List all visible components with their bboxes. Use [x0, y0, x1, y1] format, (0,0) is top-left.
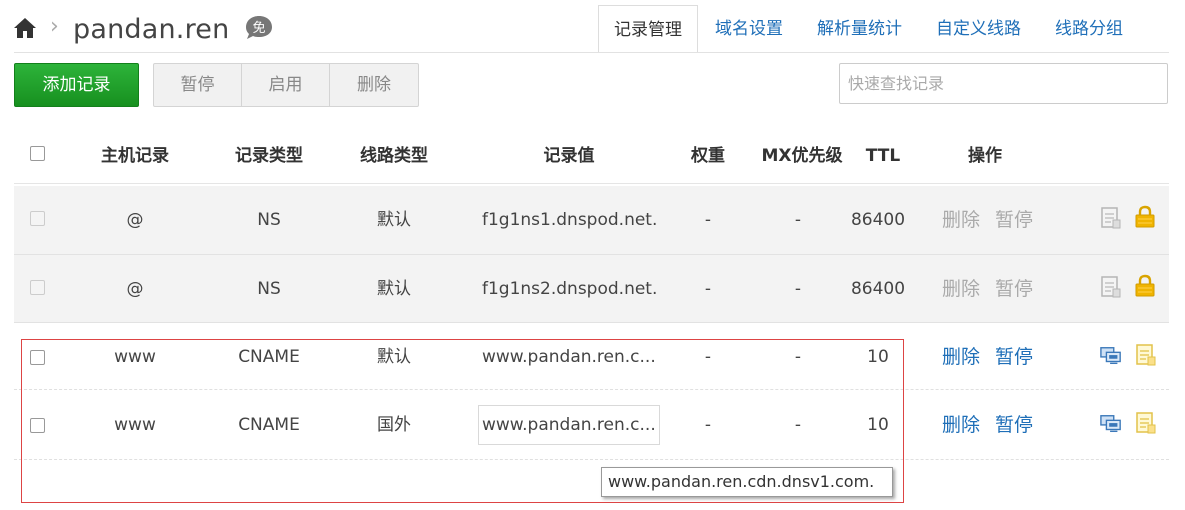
row-pause-link[interactable]: 暂停 — [995, 255, 1033, 323]
weight-cell: - — [704, 415, 712, 435]
row-checkbox[interactable] — [30, 418, 45, 433]
value-cell-hovered[interactable]: www.pandan.ren.c... — [478, 405, 660, 445]
note-icon[interactable] — [1135, 411, 1157, 435]
row-pause-link[interactable]: 暂停 — [995, 391, 1033, 459]
row-checkbox[interactable] — [30, 211, 45, 226]
tab-domain-settings[interactable]: 域名设置 — [698, 5, 800, 53]
line-cell: 默认 — [377, 279, 411, 299]
lock-icon — [1135, 274, 1155, 297]
row-checkbox[interactable] — [30, 350, 45, 365]
line-cell: 国外 — [377, 415, 411, 435]
value-cell: f1g1ns2.dnspod.net. — [482, 279, 658, 299]
tab-line-groups[interactable]: 线路分组 — [1038, 5, 1140, 53]
header: › pandan.ren 免 记录管理 域名设置 解析量统计 自定义线路 线路分… — [0, 0, 1185, 54]
note-icon[interactable] — [1100, 206, 1122, 230]
host-cell: @ — [126, 210, 144, 230]
enable-button[interactable]: 启用 — [242, 64, 330, 106]
host-cell: @ — [126, 279, 144, 299]
table-header: 主机记录 记录类型 线路类型 记录值 权重 MX优先级 TTL 操作 — [14, 128, 1169, 184]
add-record-button[interactable]: 添加记录 — [14, 63, 139, 107]
free-badge-icon: 免 — [246, 16, 272, 39]
row-pause-link[interactable]: 暂停 — [995, 323, 1033, 391]
type-cell: NS — [257, 279, 281, 299]
note-icon[interactable] — [1100, 275, 1122, 299]
batch-action-group: 暂停 启用 删除 — [153, 63, 419, 107]
tab-query-statistics[interactable]: 解析量统计 — [800, 5, 919, 53]
type-cell: NS — [257, 210, 281, 230]
weight-cell: - — [704, 279, 712, 299]
tab-record-management[interactable]: 记录管理 — [598, 5, 698, 53]
column-ttl: TTL — [865, 146, 901, 166]
mx-cell: - — [794, 347, 802, 367]
lock-icon — [1135, 205, 1155, 228]
tab-bar: 记录管理 域名设置 解析量统计 自定义线路 线路分组 — [598, 5, 1140, 53]
weight-cell: - — [704, 210, 712, 230]
column-weight: 权重 — [691, 146, 725, 166]
host-cell: www — [114, 347, 156, 367]
table-row: www CNAME 默认 www.pandan.ren.c... - - 10 … — [14, 322, 1169, 390]
pause-button[interactable]: 暂停 — [154, 64, 242, 106]
host-cell: www — [114, 415, 156, 435]
table-row: www CNAME 国外 www.pandan.ren.c... - - 10 … — [14, 391, 1169, 459]
type-cell: CNAME — [238, 415, 300, 435]
row-delete-link[interactable]: 删除 — [942, 186, 980, 254]
table-row: @ NS 默认 f1g1ns2.dnspod.net. - - 86400 删除… — [14, 254, 1169, 322]
row-pause-link[interactable]: 暂停 — [995, 186, 1033, 254]
column-value: 记录值 — [543, 146, 595, 166]
free-badge-text: 免 — [252, 21, 265, 36]
row-delete-link[interactable]: 删除 — [942, 323, 980, 391]
breadcrumb-separator: › — [50, 14, 59, 39]
row-delete-link[interactable]: 删除 — [942, 255, 980, 323]
table-row: @ NS 默认 f1g1ns1.dnspod.net. - - 86400 删除… — [14, 186, 1169, 254]
value-cell[interactable]: www.pandan.ren.c... — [482, 323, 672, 391]
value-cell: f1g1ns1.dnspod.net. — [482, 210, 658, 230]
header-divider — [14, 52, 1169, 53]
value-tooltip: www.pandan.ren.cdn.dnsv1.com. — [601, 467, 893, 497]
ttl-cell: 10 — [867, 347, 889, 367]
ttl-cell: 10 — [867, 415, 889, 435]
weight-cell: - — [704, 347, 712, 367]
column-mx-priority: MX优先级 — [761, 146, 843, 166]
ttl-cell: 86400 — [850, 279, 906, 299]
row-delete-link[interactable]: 删除 — [942, 391, 980, 459]
column-operations: 操作 — [968, 146, 1002, 166]
home-icon[interactable] — [13, 16, 37, 40]
monitor-icon[interactable] — [1100, 412, 1122, 436]
row-divider — [14, 459, 1169, 460]
ttl-cell: 86400 — [850, 210, 906, 230]
line-cell: 默认 — [377, 347, 411, 367]
column-type: 记录类型 — [235, 146, 303, 166]
mx-cell: - — [794, 210, 802, 230]
line-cell: 默认 — [377, 210, 411, 230]
domain-title: pandan.ren — [73, 14, 230, 45]
delete-button[interactable]: 删除 — [330, 64, 418, 106]
column-line: 线路类型 — [360, 146, 428, 166]
note-icon[interactable] — [1135, 343, 1157, 367]
column-host: 主机记录 — [101, 146, 169, 166]
mx-cell: - — [794, 415, 802, 435]
monitor-icon[interactable] — [1100, 344, 1122, 368]
row-checkbox[interactable] — [30, 280, 45, 295]
type-cell: CNAME — [238, 347, 300, 367]
search-input[interactable] — [839, 63, 1168, 104]
select-all-checkbox[interactable] — [30, 146, 45, 161]
mx-cell: - — [794, 279, 802, 299]
tab-custom-lines[interactable]: 自定义线路 — [919, 5, 1038, 53]
